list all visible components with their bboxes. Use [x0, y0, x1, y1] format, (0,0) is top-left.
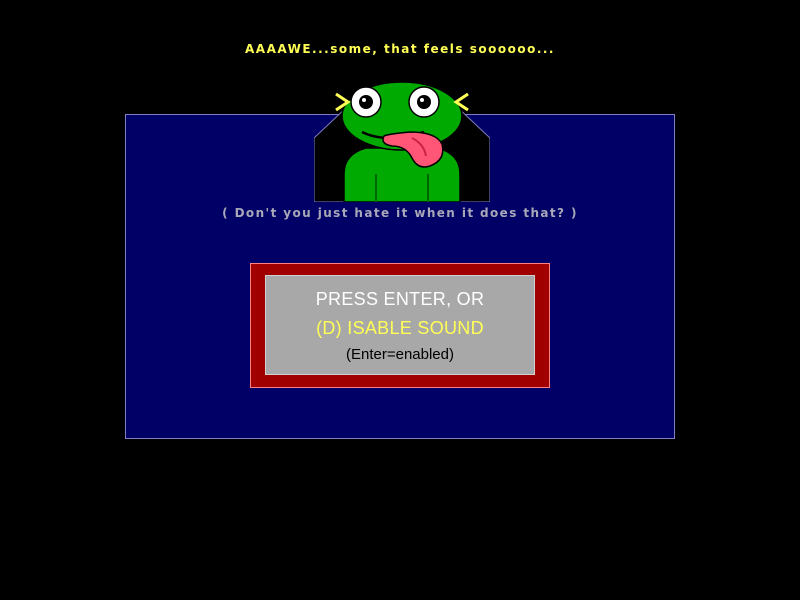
top-caption: AAAAWE...some, that feels soooooo...	[245, 42, 555, 56]
subcaption: ( Don't you just hate it when it does th…	[222, 206, 578, 220]
disable-sound-option[interactable]: (D) ISABLE SOUND	[265, 318, 535, 339]
dialog-face: PRESS ENTER, OR (D) ISABLE SOUND (Enter=…	[265, 275, 535, 375]
game-screen: AAAAWE...some, that feels soooooo... (D…	[0, 0, 800, 600]
enter-enabled-hint: (Enter=enabled)	[346, 346, 454, 363]
frog-icon	[335, 77, 469, 202]
sound-prompt-dialog[interactable]: PRESS ENTER, OR (D) ISABLE SOUND (Enter=…	[250, 263, 550, 388]
press-enter-text: PRESS ENTER, OR	[315, 289, 485, 309]
